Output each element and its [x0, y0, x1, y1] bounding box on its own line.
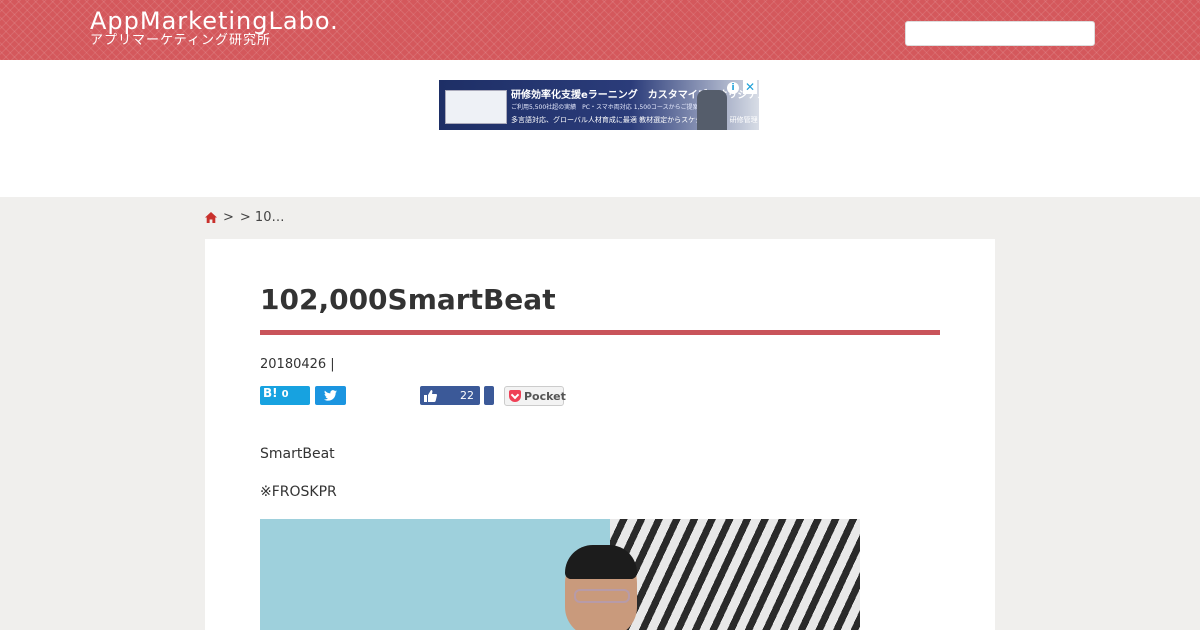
- article-paragraph: ※FROSKPR: [260, 484, 337, 500]
- article-paragraph: SmartBeat: [260, 446, 335, 462]
- breadcrumb-current: > 10…: [239, 210, 285, 225]
- hatena-count: 0: [281, 389, 289, 400]
- pocket-label: Pocket: [524, 390, 566, 403]
- photo-person-hair: [565, 545, 637, 579]
- twitter-share-button[interactable]: [315, 386, 346, 405]
- logo-sub-text: アプリマーケティング研究所: [90, 33, 271, 48]
- breadcrumb: > > 10…: [205, 210, 284, 225]
- ad-subline: ご利用5,500社超の実績 PC・スマホ両対応 1,500コースからご提案: [511, 104, 699, 111]
- post-date: 20180426 |: [260, 357, 335, 372]
- photo-blinds-background: [610, 519, 860, 630]
- search-input[interactable]: [905, 21, 1095, 46]
- ad-close-icon[interactable]: ✕: [743, 80, 757, 94]
- article-card: 102,000SmartBeat 20180426 | B! 0 22 Pocke…: [205, 239, 995, 630]
- article-photo: [260, 519, 860, 630]
- ad-banner[interactable]: 研修効率化支援eラーニング カスタマイズ、オリジナルコース ご利用5,500社超…: [439, 80, 759, 130]
- logo-main-text: AppMarketingLabo.: [90, 7, 339, 35]
- twitter-icon: [324, 390, 337, 401]
- ad-screenshot-image: [445, 90, 507, 124]
- pocket-icon: [509, 390, 521, 402]
- article-title: 102,000SmartBeat: [260, 283, 556, 316]
- ad-person-image: [697, 90, 727, 130]
- photo-person-glasses: [574, 589, 630, 603]
- ad-info-icon[interactable]: i: [727, 82, 739, 94]
- site-logo[interactable]: AppMarketingLabo. アプリマーケティング研究所: [90, 6, 339, 48]
- site-header: AppMarketingLabo. アプリマーケティング研究所: [0, 0, 1200, 60]
- share-buttons: B! 0 22 Pocket: [260, 385, 580, 407]
- thumbs-up-icon: [424, 390, 437, 402]
- title-underline: [260, 330, 940, 335]
- ad-area: 研修効率化支援eラーニング カスタマイズ、オリジナルコース ご利用5,500社超…: [0, 60, 1200, 197]
- facebook-like-button[interactable]: 22: [420, 386, 480, 405]
- pocket-save-button[interactable]: Pocket: [504, 386, 566, 406]
- hatena-icon: B!: [263, 386, 278, 400]
- like-count: 22: [460, 389, 474, 402]
- breadcrumb-separator: >: [223, 210, 234, 225]
- facebook-share-button[interactable]: [484, 386, 494, 405]
- home-icon[interactable]: [205, 212, 217, 223]
- hatena-bookmark-button[interactable]: B! 0: [260, 386, 310, 405]
